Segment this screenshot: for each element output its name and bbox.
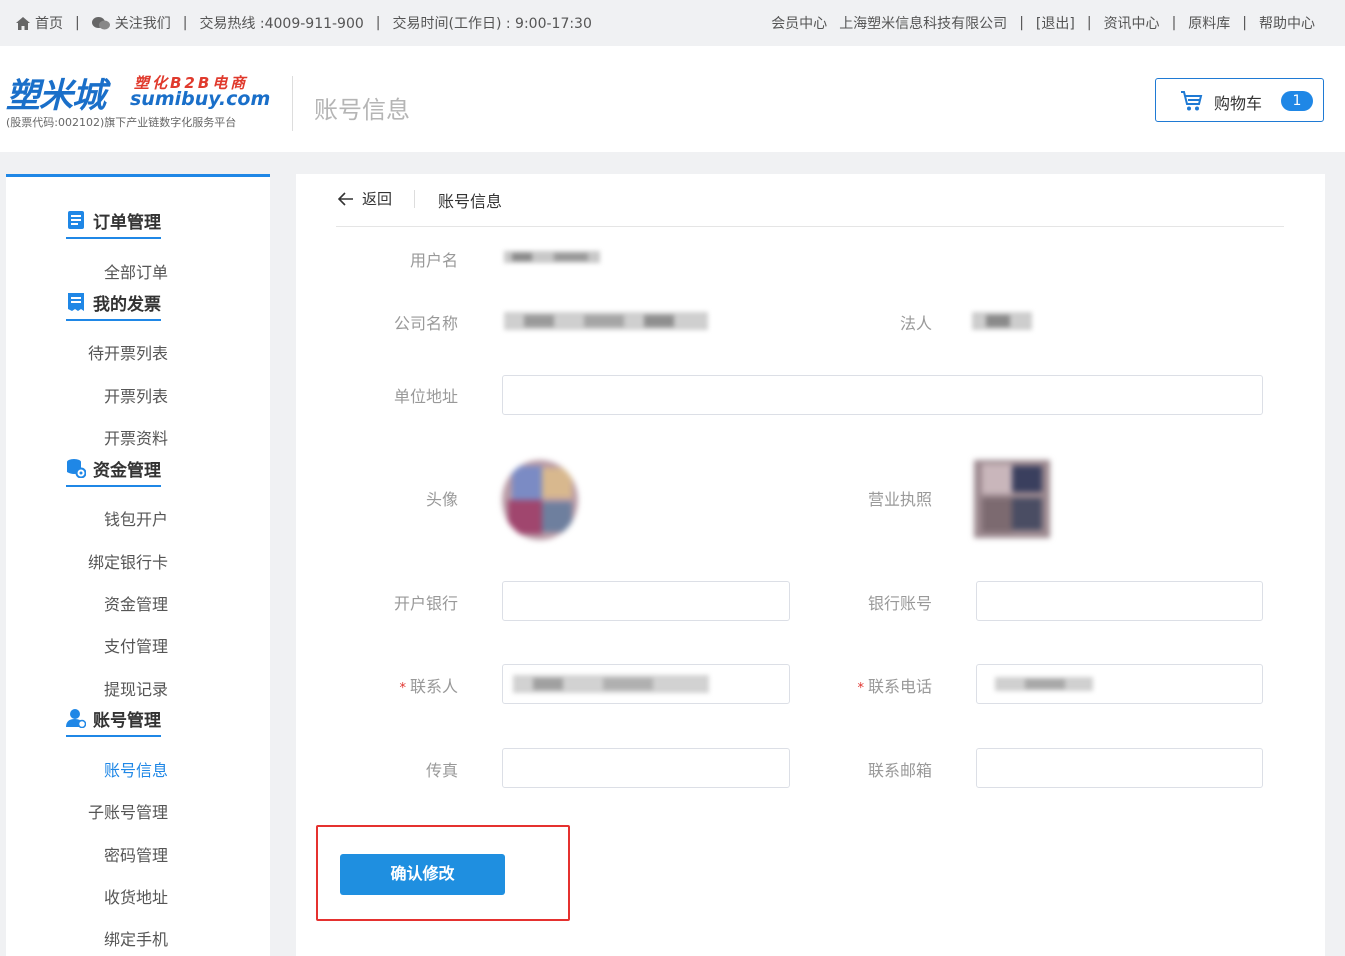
sidebar-item-invoice-list[interactable]: 开票列表 — [104, 383, 168, 407]
business-license-image-redacted[interactable] — [974, 460, 1050, 538]
account-icon — [66, 709, 86, 728]
site-header: 塑米城 塑化B2B电商 sumibuy.com (股票代码:002102)旗下产… — [0, 46, 1345, 152]
sidebar-item-payment-manage[interactable]: 支付管理 — [104, 633, 168, 657]
funds-icon — [67, 459, 86, 478]
label-bank: 开户银行 — [393, 594, 458, 613]
breadcrumb-divider — [414, 190, 415, 208]
bank-input[interactable] — [502, 581, 790, 621]
required-mark: * — [399, 681, 406, 696]
sidebar-item-pending-invoices[interactable]: 待开票列表 — [88, 340, 168, 364]
logo-subtitle: (股票代码:002102)旗下产业链数字化服务平台 — [6, 116, 237, 129]
logo-english: sumibuy.com — [130, 88, 271, 110]
required-mark: * — [857, 681, 864, 696]
cart-icon — [1181, 91, 1203, 111]
invoice-icon — [68, 293, 84, 311]
news-center-link[interactable]: 资讯中心 — [1104, 13, 1160, 33]
order-icon — [68, 211, 84, 229]
trade-hours-text: 交易时间(工作日) : 9:00-17:30 — [392, 16, 592, 32]
cart-count-badge: 1 — [1281, 91, 1313, 111]
sidebar-item-bind-card[interactable]: 绑定银行卡 — [88, 549, 168, 573]
label-address: 单位地址 — [393, 387, 458, 406]
wechat-icon — [91, 16, 110, 29]
confirm-modify-button[interactable]: 确认修改 — [340, 854, 505, 895]
site-logo[interactable]: 塑米城 塑化B2B电商 sumibuy.com (股票代码:002102)旗下产… — [6, 68, 276, 132]
contact-value-redacted — [513, 675, 709, 693]
company-name-value-redacted — [504, 312, 708, 330]
contact-input[interactable] — [502, 664, 790, 704]
materials-link[interactable]: 原料库 — [1188, 13, 1230, 33]
sidebar-item-all-orders[interactable]: 全部订单 — [104, 259, 168, 283]
label-email: 联系邮箱 — [867, 761, 932, 780]
cart-button[interactable]: 购物车 1 — [1155, 78, 1324, 122]
cart-label: 购物车 — [1214, 94, 1263, 113]
avatar-image-redacted[interactable] — [502, 460, 578, 540]
label-avatar: 头像 — [425, 490, 458, 509]
main-panel: 返回 账号信息 用户名 公司名称 法人 单位地址 头像 营业执照 开户银行 银行… — [296, 174, 1325, 956]
sidebar-item-shipping-address[interactable]: 收货地址 — [104, 884, 168, 908]
bank-account-input[interactable] — [976, 581, 1263, 621]
label-business-license: 营业执照 — [867, 490, 932, 509]
label-bank-account: 银行账号 — [867, 594, 932, 613]
username-value-redacted — [504, 251, 600, 263]
sidebar-item-account-info[interactable]: 账号信息 — [104, 757, 168, 781]
home-icon — [16, 16, 30, 30]
label-phone: * 联系电话 — [857, 677, 932, 696]
sidebar-item-bind-phone[interactable]: 绑定手机 — [104, 926, 168, 950]
arrow-left-icon — [338, 191, 353, 206]
top-bar: 首页 | 关注我们 | 交易热线 :4009-911-900 | 交易时间(工作… — [0, 0, 1345, 46]
follow-link[interactable]: 关注我们 — [91, 13, 171, 33]
logo-chinese: 塑米城 — [6, 76, 106, 116]
sidebar-item-wallet-open[interactable]: 钱包开户 — [104, 506, 168, 530]
sidebar-item-invoice-info[interactable]: 开票资料 — [104, 425, 168, 449]
header-divider — [292, 76, 293, 131]
fax-input[interactable] — [502, 748, 790, 788]
label-legal-person: 法人 — [899, 314, 932, 333]
member-center-link[interactable]: 会员中心 — [771, 13, 827, 33]
sidebar-item-withdraw-records[interactable]: 提现记录 — [104, 676, 168, 700]
sidebar-item-password[interactable]: 密码管理 — [104, 842, 168, 866]
sidebar-group-orders: 订单管理 — [66, 205, 161, 239]
sidebar-group-account: 账号管理 — [66, 703, 161, 737]
sidebar-group-invoices: 我的发票 — [66, 287, 161, 321]
sidebar: 订单管理 全部订单 我的发票 待开票列表 开票列表 开票资料 资金管理 钱包开户… — [6, 174, 270, 956]
label-username: 用户名 — [409, 251, 458, 270]
label-company-name: 公司名称 — [393, 314, 458, 333]
phone-value-redacted — [995, 677, 1093, 691]
breadcrumb-title: 账号信息 — [438, 192, 503, 211]
back-button[interactable]: 返回 — [338, 188, 392, 209]
address-input[interactable] — [502, 375, 1263, 415]
header-divider-line — [336, 226, 1284, 227]
email-input[interactable] — [976, 748, 1263, 788]
label-fax: 传真 — [425, 761, 458, 780]
help-center-link[interactable]: 帮助中心 — [1259, 13, 1315, 33]
hotline-text: 交易热线 :4009-911-900 — [199, 16, 364, 32]
label-contact: * 联系人 — [399, 677, 458, 696]
logout-link[interactable]: [退出] — [1036, 13, 1075, 33]
page-title: 账号信息 — [314, 96, 410, 124]
home-link[interactable]: 首页 — [16, 13, 63, 33]
sidebar-item-funds-manage[interactable]: 资金管理 — [104, 591, 168, 615]
company-name-text: 上海塑米信息科技有限公司 — [839, 16, 1008, 32]
sidebar-group-funds: 资金管理 — [66, 453, 161, 487]
legal-person-value-redacted — [972, 312, 1032, 330]
sidebar-item-sub-accounts[interactable]: 子账号管理 — [88, 799, 168, 823]
phone-input[interactable] — [976, 664, 1263, 704]
